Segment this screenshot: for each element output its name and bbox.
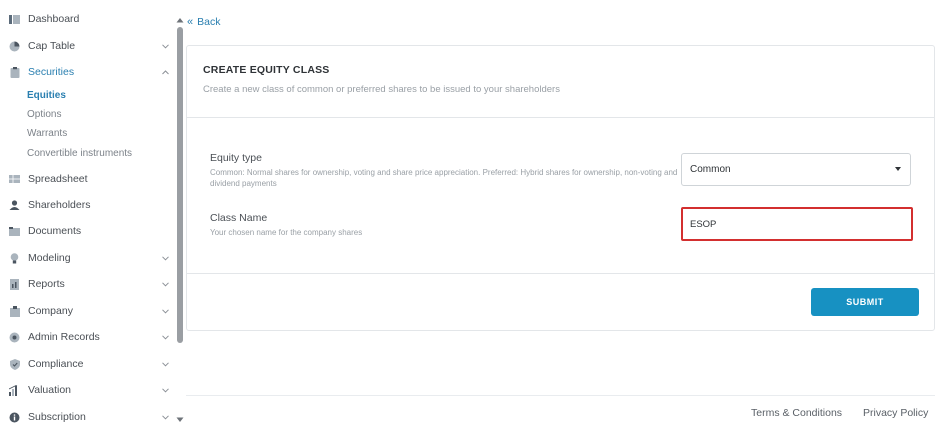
class-name-help: Your chosen name for the company shares xyxy=(210,228,363,237)
sidebar-item-label: Shareholders xyxy=(28,199,91,211)
chevron-down-icon xyxy=(161,307,169,315)
valuation-icon xyxy=(9,384,20,396)
equity-type-label: Equity type xyxy=(210,152,262,164)
sidebar-item-modeling[interactable]: Modeling xyxy=(0,247,176,269)
submit-button[interactable]: SUBMIT xyxy=(811,288,919,316)
terms-link[interactable]: Terms & Conditions xyxy=(751,407,842,419)
sidebar: Dashboard Cap Table Securities Equities … xyxy=(0,0,176,428)
sidebar-scrollbar[interactable] xyxy=(176,10,184,424)
spreadsheet-icon xyxy=(9,174,20,185)
sidebar-item-label: Modeling xyxy=(28,252,71,264)
equity-type-help: Common: Normal shares for ownership, vot… xyxy=(210,168,678,188)
pie-chart-icon xyxy=(9,41,20,52)
chevron-down-icon xyxy=(161,280,169,288)
sidebar-item-documents[interactable]: Documents xyxy=(0,220,176,242)
sidebar-item-dashboard[interactable]: Dashboard xyxy=(0,8,176,30)
class-name-label: Class Name xyxy=(210,212,268,224)
equity-type-select[interactable]: Common xyxy=(681,153,911,186)
folder-icon xyxy=(9,226,20,237)
sidebar-item-compliance[interactable]: Compliance xyxy=(0,353,176,375)
chevron-down-icon xyxy=(161,42,169,50)
double-chevron-left-icon: « xyxy=(187,16,194,28)
sidebar-item-label: Subscription xyxy=(28,411,86,423)
scrollbar-thumb[interactable] xyxy=(177,27,183,343)
sidebar-item-label: Cap Table xyxy=(28,40,76,52)
chevron-down-icon xyxy=(161,386,169,394)
admin-icon xyxy=(9,332,20,343)
person-icon xyxy=(9,200,20,211)
back-link[interactable]: « Back xyxy=(187,16,220,28)
page-subtitle: Create a new class of common or preferre… xyxy=(203,84,560,95)
building-icon xyxy=(9,305,20,317)
sidebar-item-cap-table[interactable]: Cap Table xyxy=(0,35,176,57)
create-equity-class-card: CREATE EQUITY CLASS Create a new class o… xyxy=(186,45,935,331)
sidebar-item-label: Admin Records xyxy=(28,331,100,343)
sidebar-item-spreadsheet[interactable]: Spreadsheet xyxy=(0,168,176,190)
dashboard-icon xyxy=(9,14,20,25)
lightbulb-icon xyxy=(9,252,20,264)
sidebar-item-company[interactable]: Company xyxy=(0,300,176,322)
sidebar-item-admin-records[interactable]: Admin Records xyxy=(0,326,176,348)
back-label: Back xyxy=(197,16,221,28)
card-divider xyxy=(187,117,934,118)
shield-icon xyxy=(9,358,20,370)
equity-type-selected-value: Common xyxy=(690,164,731,175)
scroll-down-arrow-icon[interactable] xyxy=(176,410,184,422)
class-name-value: ESOP xyxy=(690,218,717,230)
clipboard-icon xyxy=(9,66,20,78)
app-root: Dashboard Cap Table Securities Equities … xyxy=(0,0,939,428)
scroll-up-arrow-icon[interactable] xyxy=(176,10,184,23)
class-name-input[interactable]: ESOP xyxy=(681,207,913,241)
sidebar-item-label: Company xyxy=(28,305,73,317)
sidebar-item-label: Compliance xyxy=(28,358,84,370)
sidebar-item-label: Securities xyxy=(28,66,75,78)
chevron-up-icon xyxy=(161,68,169,76)
chevron-down-icon xyxy=(161,360,169,368)
sidebar-item-reports[interactable]: Reports xyxy=(0,273,176,295)
privacy-link[interactable]: Privacy Policy xyxy=(863,407,928,419)
sidebar-item-subscription[interactable]: Subscription xyxy=(0,406,176,428)
footer-divider xyxy=(186,395,935,396)
sidebar-item-label: Dashboard xyxy=(28,13,80,25)
page-title: CREATE EQUITY CLASS xyxy=(203,64,330,76)
sidebar-item-label: Spreadsheet xyxy=(28,173,88,185)
sidebar-item-label: Documents xyxy=(28,225,82,237)
sidebar-item-label: Reports xyxy=(28,278,65,290)
caret-down-icon xyxy=(895,167,901,171)
chevron-down-icon xyxy=(161,333,169,341)
info-icon xyxy=(9,412,20,423)
sidebar-sub-options[interactable]: Options xyxy=(27,106,61,122)
sidebar-sub-convertible-instruments[interactable]: Convertible instruments xyxy=(27,145,132,161)
card-divider xyxy=(187,273,934,274)
sidebar-item-label: Valuation xyxy=(28,384,72,396)
sidebar-item-securities[interactable]: Securities xyxy=(0,61,176,83)
sidebar-item-valuation[interactable]: Valuation xyxy=(0,379,176,401)
report-icon xyxy=(9,278,20,290)
sidebar-sub-equities[interactable]: Equities xyxy=(27,87,66,103)
chevron-down-icon xyxy=(161,413,169,421)
sidebar-sub-warrants[interactable]: Warrants xyxy=(27,125,67,141)
sidebar-item-shareholders[interactable]: Shareholders xyxy=(0,194,176,216)
chevron-down-icon xyxy=(161,254,169,262)
